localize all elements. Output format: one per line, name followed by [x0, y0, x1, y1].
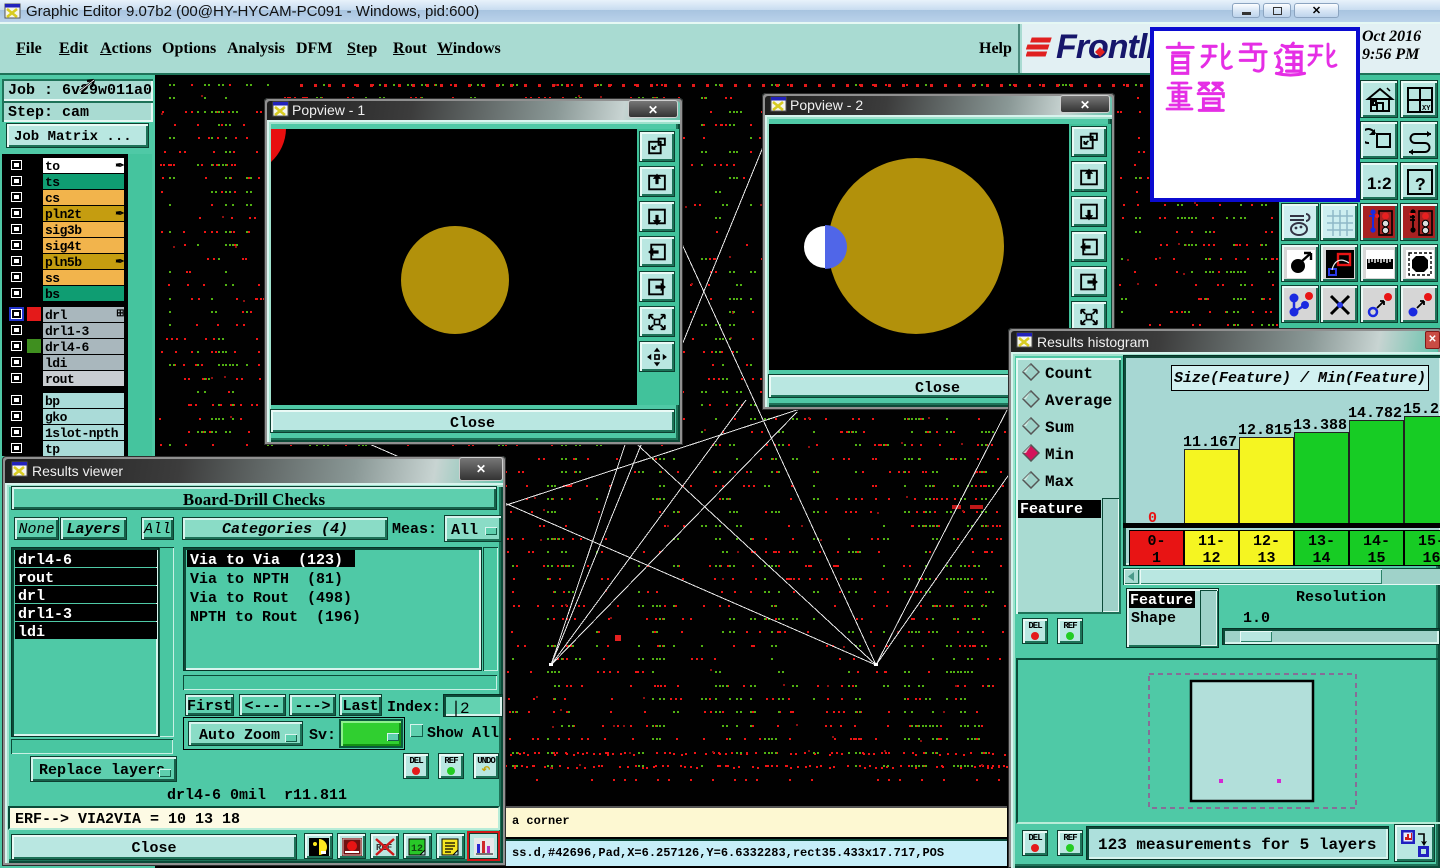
svg-text:?: ?	[1415, 176, 1426, 196]
svg-text:12: 12	[411, 844, 423, 855]
svg-text:XY: XY	[1422, 105, 1431, 113]
svg-text:1:2: 1:2	[1367, 174, 1392, 193]
